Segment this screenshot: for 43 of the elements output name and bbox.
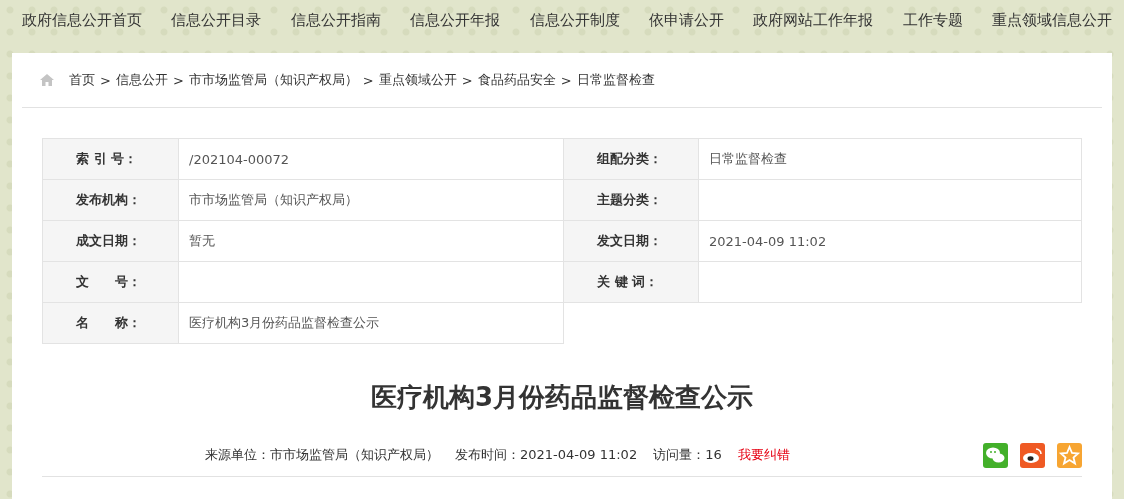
nav-link[interactable]: 重点领域信息公开 — [992, 10, 1112, 30]
field-label: 组配分类： — [564, 139, 699, 180]
field-label: 发文日期： — [564, 221, 699, 262]
field-label: 关 键 词： — [564, 262, 699, 303]
nav-link[interactable]: 依申请公开 — [648, 10, 724, 30]
article-meta: 发布时间：2021-04-09 11:02 — [455, 446, 638, 464]
home-icon — [40, 74, 54, 86]
field-value: 暂无 — [179, 221, 564, 262]
field-value: /202104-00072 — [179, 139, 564, 180]
nav-link[interactable]: 信息公开制度 — [529, 10, 620, 30]
star-icon — [1057, 442, 1082, 468]
breadcrumb-link[interactable]: 重点领域公开 — [378, 71, 457, 89]
article-meta: 访问量：16 — [653, 446, 722, 464]
breadcrumb-link[interactable]: 市市场监管局（知识产权局） — [188, 71, 358, 89]
nav-link[interactable]: 信息公开指南 — [290, 10, 381, 30]
report-error-link[interactable]: 我要纠错 — [737, 446, 790, 464]
field-label: 发布机构： — [43, 180, 179, 221]
breadcrumb-separator: > — [362, 72, 374, 88]
breadcrumb-link[interactable]: 首页 — [69, 71, 95, 89]
field-label: 主题分类： — [564, 180, 699, 221]
nav-link[interactable]: 信息公开目录 — [171, 10, 262, 30]
breadcrumb-separator: > — [172, 72, 184, 88]
nav-link[interactable]: 工作专题 — [902, 10, 963, 30]
article-meta: 来源单位：市市场监管局（知识产权局） — [205, 446, 439, 464]
breadcrumb-link[interactable]: 食品药品安全 — [477, 71, 556, 89]
field-value: 2021-04-09 11:02 — [699, 221, 1082, 262]
breadcrumb-separator: > — [100, 72, 111, 88]
field-value: 医疗机构3月份药品监督检查公示 — [179, 303, 564, 344]
field-value: 日常监督检查 — [699, 139, 1082, 180]
nav-link[interactable]: 政府信息公开首页 — [22, 10, 142, 30]
nav-link[interactable]: 信息公开年报 — [410, 10, 501, 30]
field-label: 名 称： — [43, 303, 179, 344]
share-button[interactable] — [1020, 442, 1045, 468]
breadcrumb-separator: > — [560, 72, 572, 88]
field-label: 成文日期： — [43, 221, 179, 262]
nav-link[interactable]: 政府网站工作年报 — [753, 10, 874, 30]
field-value: 市市场监管局（知识产权局） — [179, 180, 564, 221]
breadcrumb-separator: > — [461, 72, 473, 88]
breadcrumb-link[interactable]: 信息公开 — [115, 71, 168, 89]
breadcrumb-link[interactable]: 日常监督检查 — [576, 71, 655, 89]
field-label: 索 引 号： — [43, 139, 179, 180]
field-label: 文 号： — [43, 262, 179, 303]
article-title: 医疗机构3月份药品监督检查公示 — [369, 381, 755, 414]
